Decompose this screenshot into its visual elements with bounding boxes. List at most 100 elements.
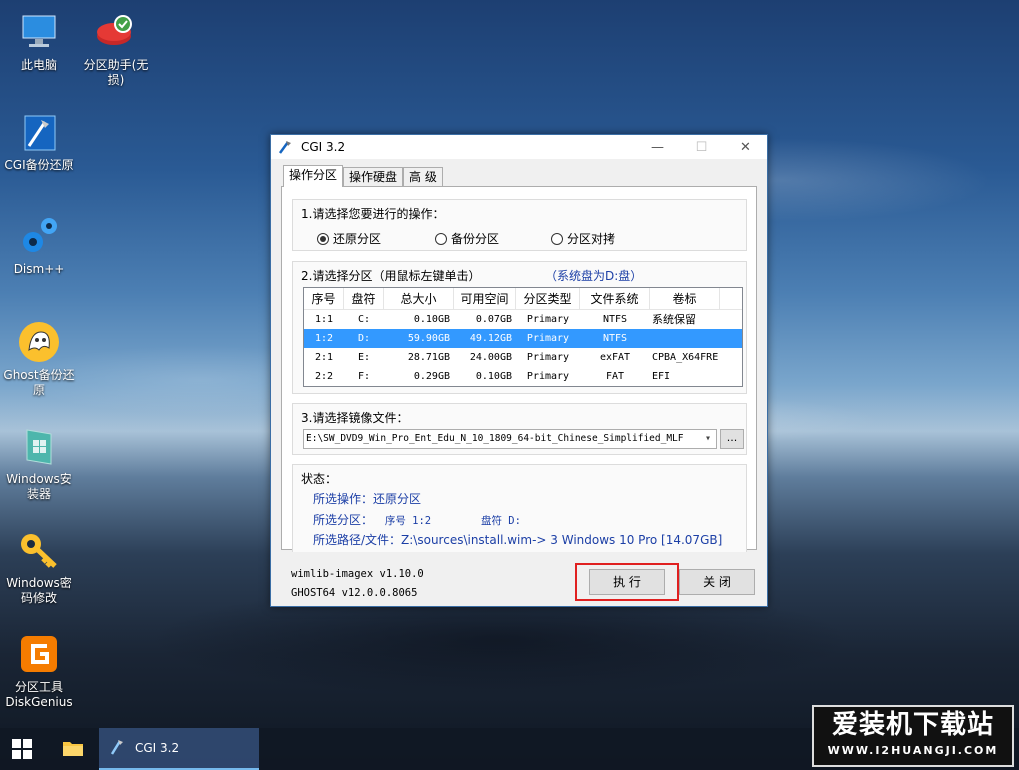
operation-group: 1.请选择您要进行的操作： 还原分区 备份分区 分区对拷 [292,199,747,251]
desktop-icon-windows-installer[interactable]: Windows安装器 [0,424,80,502]
image-file-value: E:\SW_DVD9_Win_Pro_Ent_Edu_N_10_1809_64-… [306,433,684,444]
desktop-icon-label: Windows密码修改 [6,576,72,605]
partition-group: 2.请选择分区（用鼠标左键单击） （系统盘为D:盘） 序号 盘符 总大小 可用空… [292,261,747,394]
desktop-icon-windows-password[interactable]: Windows密码修改 [0,528,80,606]
desktop-icon-label: 此电脑 [20,58,57,72]
status-path: 所选路径/文件：Z:\sources\install.wim-> 3 Windo… [313,533,723,547]
operation-group-title: 1.请选择您要进行的操作： [301,207,445,221]
file-explorer-icon[interactable] [62,738,84,761]
cell-free: 0.07GB [475,314,512,325]
system-disk-note: （系统盘为D:盘） [545,269,643,283]
col-fs[interactable]: 文件系统 [580,288,650,309]
cell-free: 49.12GB [469,333,512,344]
desktop-icon-cgi[interactable]: CGI备份还原 [0,110,80,173]
desktop-icon-this-pc[interactable]: 此电脑 [0,10,80,73]
cell-type: Primary [526,333,570,344]
col-free[interactable]: 可用空间 [454,288,516,309]
taskbar-cgi-label: CGI 3.2 [135,741,180,755]
window-title: CGI 3.2 [301,140,346,154]
chevron-down-icon[interactable]: ▾ [700,430,716,448]
radio-dot [551,232,563,245]
close-button[interactable]: 关 闭 [679,569,755,595]
tab-panel: 1.请选择您要进行的操作： 还原分区 备份分区 分区对拷 2.请选择分区（用鼠标… [281,186,757,552]
cell-type: Primary [526,314,570,325]
image-group-title: 3.请选择镜像文件： [301,411,409,425]
table-row[interactable]: 1:1 C: 0.10GB 0.07GB Primary NTFS 系统保留 [304,310,742,329]
tab-advanced[interactable]: 高 级 [403,167,443,187]
desktop-icon-diskgenius[interactable]: 分区工具DiskGenius [0,632,80,710]
windows-installer-icon [17,424,61,468]
radio-restore[interactable]: 还原分区 [317,230,381,247]
cgi-taskbar-icon [109,738,125,759]
col-total[interactable]: 总大小 [384,288,454,309]
watermark-title: 爱装机下载站 [831,710,994,740]
radio-backup[interactable]: 备份分区 [435,230,499,247]
desktop-icon-dism[interactable]: Dism++ [0,214,80,277]
image-file-select[interactable]: E:\SW_DVD9_Win_Pro_Ent_Edu_N_10_1809_64-… [303,429,717,449]
taskbar-cgi-item[interactable]: CGI 3.2 [99,728,259,770]
windows-start-icon[interactable] [12,739,32,762]
cell-letter: F: [357,371,371,382]
maximize-button[interactable]: ☐ [679,135,724,159]
minimize-button[interactable]: — [635,135,680,159]
desktop-icon-label: 分区工具DiskGenius [5,680,73,709]
gears-icon [17,214,61,258]
cell-free: 0.10GB [475,371,512,382]
desktop-icon-partition-assistant[interactable]: 分区助手(无损) [75,10,157,88]
partition-group-title: 2.请选择分区（用鼠标左键单击） [301,269,481,283]
cell-letter: D: [357,333,371,344]
close-icon[interactable]: ✕ [723,135,768,159]
col-label[interactable]: 卷标 [650,288,720,309]
computer-icon [17,10,61,54]
image-group: 3.请选择镜像文件： E:\SW_DVD9_Win_Pro_Ent_Edu_N_… [292,403,747,455]
cell-index: 1:2 [314,333,334,344]
desktop-icon-label: Dism++ [13,262,65,276]
radio-label: 还原分区 [333,232,382,246]
cell-fs: NTFS [602,333,628,344]
table-row-selected[interactable]: 1:2 D: 59.90GB 49.12GB Primary NTFS [304,329,742,348]
title-bar[interactable]: CGI 3.2 — ☐ ✕ [271,135,767,159]
cell-label: EFI [652,371,671,382]
tab-operate-partition[interactable]: 操作分区 [283,165,344,187]
radio-copy[interactable]: 分区对拷 [551,230,615,247]
cell-type: Primary [526,371,570,382]
radio-label: 备份分区 [451,232,500,246]
table-row[interactable]: 2:2 F: 0.29GB 0.10GB Primary FAT EFI [304,367,742,386]
partition-table[interactable]: 序号 盘符 总大小 可用空间 分区类型 文件系统 卷标 1:1 C: 0.10G… [303,287,743,387]
cell-total: 59.90GB [407,333,450,344]
tab-strip: 操作分区 操作硬盘 高 级 [283,165,443,187]
watermark-url: WWW.I2HUANGJI.COM [827,744,999,757]
table-row[interactable]: 2:1 E: 28.71GB 24.00GB Primary exFAT CPB… [304,348,742,367]
status-partition: 所选分区： 序号 1:2 盘符 D: [313,511,521,528]
desktop-icon-label: Ghost备份还原 [3,368,75,397]
radio-dot [317,232,329,245]
desktop-icon-ghost[interactable]: Ghost备份还原 [0,320,80,398]
radio-dot [435,232,447,245]
status-title: 状态： [301,472,338,486]
ghost-version: GHOST64 v12.0.0.8065 [291,587,418,599]
browse-button[interactable]: ... [720,429,744,449]
table-header: 序号 盘符 总大小 可用空间 分区类型 文件系统 卷标 [304,288,742,310]
desktop-icon-label: 分区助手(无损) [83,58,149,87]
cgi-icon [17,110,61,154]
cell-label: CPBA_X64FRE [652,352,719,363]
wimlib-version: wimlib-imagex v1.10.0 [291,568,424,580]
ghost-icon [17,320,61,364]
cell-index: 1:1 [314,314,334,325]
status-group: 状态： 所选操作：还原分区 所选分区： 序号 1:2 盘符 D: 所选路径/文件… [292,464,747,552]
cell-total: 0.29GB [413,371,450,382]
tab-operate-disk[interactable]: 操作硬盘 [343,167,404,187]
execute-button[interactable]: 执 行 [589,569,665,595]
site-watermark: 爱装机下载站 WWW.I2HUANGJI.COM [812,705,1014,767]
partition-assistant-icon [94,10,138,54]
radio-label: 分区对拷 [567,232,616,246]
col-letter[interactable]: 盘符 [344,288,384,309]
status-operation: 所选操作：还原分区 [313,492,422,506]
col-type[interactable]: 分区类型 [516,288,580,309]
cell-index: 2:2 [314,371,334,382]
status-partition-index: 序号 1:2 [384,515,432,527]
col-index[interactable]: 序号 [304,288,344,309]
key-icon [17,528,61,572]
cell-type: Primary [526,352,570,363]
status-partition-letter: 盘符 D: [480,515,521,527]
